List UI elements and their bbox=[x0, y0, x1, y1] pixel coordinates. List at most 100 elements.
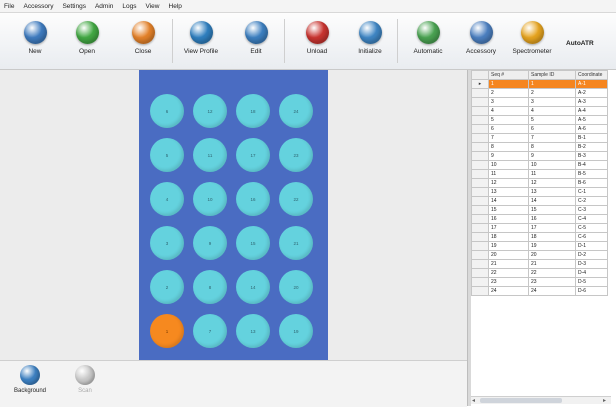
well-15[interactable]: 15 bbox=[236, 226, 270, 260]
column-header-sample-id[interactable]: Sample ID bbox=[528, 70, 576, 80]
well-12[interactable]: 12 bbox=[193, 94, 227, 128]
cell-seq[interactable]: 2 bbox=[488, 88, 529, 98]
well-17[interactable]: 17 bbox=[236, 138, 270, 172]
table-row[interactable]: 4 4 A-4 bbox=[471, 106, 608, 116]
well-11[interactable]: 11 bbox=[193, 138, 227, 172]
cell-sample-id[interactable]: 19 bbox=[528, 241, 576, 251]
view-profile-button[interactable]: View Profile bbox=[176, 15, 226, 67]
cell-coordinate[interactable]: D-6 bbox=[575, 286, 608, 296]
background-button[interactable]: Background bbox=[8, 365, 52, 394]
cell-coordinate[interactable]: C-1 bbox=[575, 187, 608, 197]
row-header-cell[interactable] bbox=[471, 133, 489, 143]
cell-seq[interactable]: 4 bbox=[488, 106, 529, 116]
table-row[interactable]: 9 9 B-3 bbox=[471, 151, 608, 161]
cell-seq[interactable]: 14 bbox=[488, 196, 529, 206]
cell-seq[interactable]: 6 bbox=[488, 124, 529, 134]
cell-seq[interactable]: 18 bbox=[488, 232, 529, 242]
menu-admin[interactable]: Admin bbox=[95, 3, 113, 10]
cell-seq[interactable]: 5 bbox=[488, 115, 529, 125]
cell-sample-id[interactable]: 24 bbox=[528, 286, 576, 296]
table-row[interactable]: 2 2 A-2 bbox=[471, 88, 608, 98]
table-row[interactable]: 19 19 D-1 bbox=[471, 241, 608, 251]
cell-sample-id[interactable]: 10 bbox=[528, 160, 576, 170]
row-header-cell[interactable] bbox=[471, 88, 489, 98]
cell-coordinate[interactable]: D-5 bbox=[575, 277, 608, 287]
cell-coordinate[interactable]: A-5 bbox=[575, 115, 608, 125]
cell-seq[interactable]: 17 bbox=[488, 223, 529, 233]
cell-sample-id[interactable]: 11 bbox=[528, 169, 576, 179]
row-header-cell[interactable] bbox=[471, 178, 489, 188]
menu-logs[interactable]: Logs bbox=[122, 3, 136, 10]
column-header-seq[interactable]: Seq # bbox=[488, 70, 529, 80]
cell-seq[interactable]: 24 bbox=[488, 286, 529, 296]
cell-sample-id[interactable]: 17 bbox=[528, 223, 576, 233]
well-21[interactable]: 21 bbox=[279, 226, 313, 260]
well-6[interactable]: 6 bbox=[150, 94, 184, 128]
row-header-cell[interactable] bbox=[471, 250, 489, 260]
menu-view[interactable]: View bbox=[146, 3, 160, 10]
table-row[interactable]: 24 24 D-6 bbox=[471, 286, 608, 296]
cell-coordinate[interactable]: B-4 bbox=[575, 160, 608, 170]
cell-seq[interactable]: 20 bbox=[488, 250, 529, 260]
cell-sample-id[interactable]: 8 bbox=[528, 142, 576, 152]
table-row[interactable]: 20 20 D-2 bbox=[471, 250, 608, 260]
cell-sample-id[interactable]: 13 bbox=[528, 187, 576, 197]
cell-coordinate[interactable]: B-3 bbox=[575, 151, 608, 161]
table-row[interactable]: 3 3 A-3 bbox=[471, 97, 608, 107]
row-header-cell[interactable] bbox=[471, 160, 489, 170]
cell-seq[interactable]: 10 bbox=[488, 160, 529, 170]
cell-seq[interactable]: 23 bbox=[488, 277, 529, 287]
cell-sample-id[interactable]: 9 bbox=[528, 151, 576, 161]
table-row[interactable]: ▸ 1 1 A-1 bbox=[471, 79, 608, 89]
well-8[interactable]: 8 bbox=[193, 270, 227, 304]
row-header-cell[interactable] bbox=[471, 223, 489, 233]
cell-coordinate[interactable]: C-6 bbox=[575, 232, 608, 242]
cell-seq[interactable]: 8 bbox=[488, 142, 529, 152]
automatic-button[interactable]: Automatic bbox=[403, 15, 453, 67]
accessory-button[interactable]: Accessory bbox=[456, 15, 506, 67]
cell-coordinate[interactable]: B-1 bbox=[575, 133, 608, 143]
table-row[interactable]: 23 23 D-5 bbox=[471, 277, 608, 287]
column-header-coordinate[interactable]: Coordinate bbox=[575, 70, 608, 80]
cell-seq[interactable]: 13 bbox=[488, 187, 529, 197]
cell-coordinate[interactable]: C-4 bbox=[575, 214, 608, 224]
cell-seq[interactable]: 16 bbox=[488, 214, 529, 224]
cell-seq[interactable]: 21 bbox=[488, 259, 529, 269]
cell-coordinate[interactable]: A-2 bbox=[575, 88, 608, 98]
cell-sample-id[interactable]: 6 bbox=[528, 124, 576, 134]
cell-coordinate[interactable]: A-1 bbox=[575, 79, 608, 89]
scrollbar-thumb[interactable] bbox=[480, 398, 562, 403]
table-row[interactable]: 10 10 B-4 bbox=[471, 160, 608, 170]
row-header-cell[interactable] bbox=[471, 124, 489, 134]
row-header-cell[interactable]: ▸ bbox=[471, 79, 489, 89]
table-row[interactable]: 21 21 D-3 bbox=[471, 259, 608, 269]
table-row[interactable]: 18 18 C-6 bbox=[471, 232, 608, 242]
edit-button[interactable]: Edit bbox=[231, 15, 281, 67]
cell-sample-id[interactable]: 16 bbox=[528, 214, 576, 224]
well-14[interactable]: 14 bbox=[236, 270, 270, 304]
row-header-cell[interactable] bbox=[471, 214, 489, 224]
table-row[interactable]: 14 14 C-2 bbox=[471, 196, 608, 206]
cell-coordinate[interactable]: A-6 bbox=[575, 124, 608, 134]
well-5[interactable]: 5 bbox=[150, 138, 184, 172]
cell-sample-id[interactable]: 14 bbox=[528, 196, 576, 206]
well-1[interactable]: 1 bbox=[150, 314, 184, 348]
table-row[interactable]: 11 11 B-5 bbox=[471, 169, 608, 179]
menu-file[interactable]: File bbox=[4, 3, 14, 10]
row-header-cell[interactable] bbox=[471, 115, 489, 125]
horizontal-scrollbar[interactable]: ◂ ▸ bbox=[471, 396, 611, 404]
row-header-cell[interactable] bbox=[471, 142, 489, 152]
row-header-cell[interactable] bbox=[471, 97, 489, 107]
well-13[interactable]: 13 bbox=[236, 314, 270, 348]
table-row[interactable]: 8 8 B-2 bbox=[471, 142, 608, 152]
well-9[interactable]: 9 bbox=[193, 226, 227, 260]
well-4[interactable]: 4 bbox=[150, 182, 184, 216]
row-header-cell[interactable] bbox=[471, 268, 489, 278]
cell-seq[interactable]: 12 bbox=[488, 178, 529, 188]
cell-coordinate[interactable]: A-3 bbox=[575, 97, 608, 107]
row-header-cell[interactable] bbox=[471, 151, 489, 161]
menu-accessory[interactable]: Accessory bbox=[23, 3, 53, 10]
table-row[interactable]: 7 7 B-1 bbox=[471, 133, 608, 143]
cell-seq[interactable]: 7 bbox=[488, 133, 529, 143]
cell-sample-id[interactable]: 7 bbox=[528, 133, 576, 143]
